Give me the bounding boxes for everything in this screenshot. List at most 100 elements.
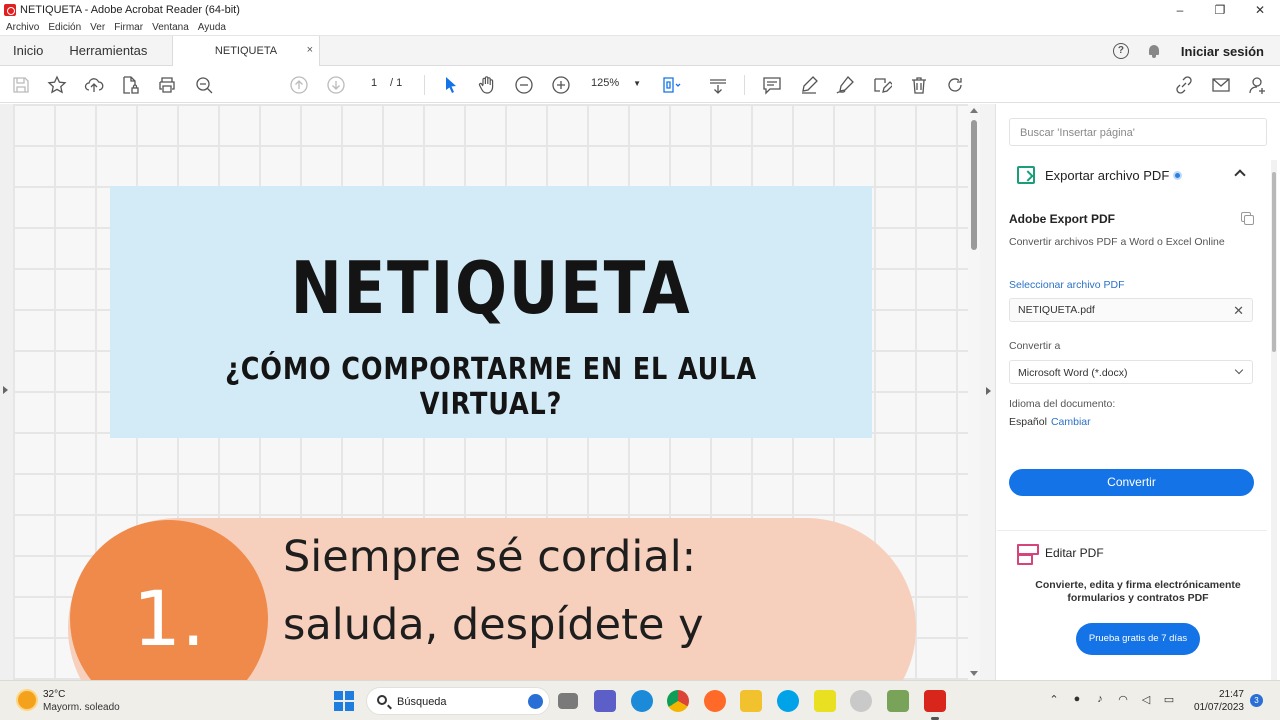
convert-button[interactable]: Convertir bbox=[1009, 469, 1254, 496]
zoom-dropdown[interactable]: 125% ▼ bbox=[591, 77, 641, 89]
menu-firmar[interactable]: Firmar bbox=[114, 22, 143, 33]
service-title: Adobe Export PDF bbox=[1009, 212, 1116, 226]
scroll-up-icon[interactable] bbox=[970, 108, 978, 113]
volume-icon[interactable]: ◁ bbox=[1137, 693, 1155, 709]
chevron-up-icon[interactable] bbox=[1234, 169, 1246, 181]
rule-number: 1. bbox=[132, 574, 206, 663]
tab-inicio[interactable]: Inicio bbox=[0, 36, 56, 66]
zoom-out-icon[interactable] bbox=[514, 75, 534, 95]
edit-pdf-title[interactable]: Editar PDF bbox=[1045, 546, 1104, 560]
help-icon[interactable]: ? bbox=[1112, 43, 1129, 59]
edge-icon[interactable] bbox=[631, 690, 653, 712]
tools-search-input[interactable]: Buscar 'Insertar página' bbox=[1009, 118, 1267, 146]
taskbar-search-label: Búsqueda bbox=[397, 696, 447, 708]
highlight-pen-icon[interactable] bbox=[799, 75, 819, 95]
zoom-in-icon[interactable] bbox=[551, 75, 571, 95]
skype-icon[interactable] bbox=[777, 690, 799, 712]
fill-sign-icon[interactable] bbox=[872, 75, 894, 95]
export-pdf-icon bbox=[1017, 166, 1035, 184]
select-file-link[interactable]: Seleccionar archivo PDF bbox=[1009, 279, 1125, 291]
weather-description[interactable]: Mayorm. soleado bbox=[43, 702, 120, 713]
wifi-icon[interactable]: ◠ bbox=[1114, 693, 1132, 709]
selected-file-field[interactable]: NETIQUETA.pdf ✕ bbox=[1009, 298, 1253, 322]
copy-icon[interactable] bbox=[1241, 212, 1254, 225]
page-total: / 1 bbox=[390, 77, 403, 89]
change-language-link[interactable]: Cambiar bbox=[1051, 416, 1091, 428]
menu-ayuda[interactable]: Ayuda bbox=[198, 22, 226, 33]
scroll-mode-icon[interactable] bbox=[708, 75, 728, 95]
fit-page-icon[interactable] bbox=[661, 75, 681, 95]
acrobat-taskbar-icon[interactable] bbox=[924, 690, 946, 720]
rule-text-line-1: Siempre sé cordial: bbox=[283, 532, 697, 582]
scrollbar-thumb[interactable] bbox=[971, 120, 977, 250]
bing-icon[interactable] bbox=[528, 694, 543, 709]
microphone-icon[interactable]: ♪ bbox=[1091, 693, 1109, 709]
todo-check-icon[interactable] bbox=[814, 690, 836, 712]
prev-page-icon[interactable] bbox=[289, 75, 309, 95]
save-icon[interactable] bbox=[11, 75, 31, 95]
tools-pane-scrollbar[interactable] bbox=[1271, 160, 1277, 680]
taskbar-search[interactable]: Búsqueda bbox=[366, 687, 550, 715]
document-scrollbar[interactable] bbox=[968, 104, 980, 680]
document-viewport[interactable]: NETIQUETA ¿CÓMO COMPORTARME EN EL AULA V… bbox=[13, 104, 968, 680]
delete-icon[interactable] bbox=[909, 75, 929, 95]
left-panel-toggle[interactable] bbox=[0, 104, 13, 680]
chevron-down-icon: ▼ bbox=[633, 79, 642, 88]
document-lock-icon[interactable] bbox=[120, 75, 140, 95]
tools-pane: Buscar 'Insertar página' Exportar archiv… bbox=[997, 104, 1280, 680]
next-page-icon[interactable] bbox=[326, 75, 346, 95]
free-trial-button[interactable]: Prueba gratis de 7 días bbox=[1076, 623, 1200, 655]
upload-cloud-icon[interactable] bbox=[84, 75, 104, 95]
comment-icon[interactable] bbox=[762, 75, 782, 95]
menu-edicion[interactable]: Edición bbox=[48, 22, 81, 33]
convert-to-label: Convertir a bbox=[1009, 340, 1061, 352]
right-panel-toggle[interactable] bbox=[980, 104, 996, 680]
document-title: NETIQUETA bbox=[290, 246, 692, 330]
select-arrow-icon[interactable] bbox=[441, 75, 461, 95]
obs-icon[interactable] bbox=[850, 690, 872, 712]
service-description: Convertir archivos PDF a Word o Excel On… bbox=[1009, 236, 1225, 248]
menu-archivo[interactable]: Archivo bbox=[6, 22, 39, 33]
weather-sun-icon[interactable] bbox=[18, 691, 36, 709]
window-controls: – ❐ ✕ bbox=[1160, 0, 1280, 20]
hand-icon[interactable] bbox=[477, 75, 497, 95]
tab-document[interactable]: NETIQUETA × bbox=[172, 36, 320, 66]
bookmark-star-icon[interactable] bbox=[47, 75, 67, 95]
signin-button[interactable]: Iniciar sesión bbox=[1181, 44, 1264, 59]
security-icon[interactable]: ● bbox=[1068, 693, 1086, 709]
clear-file-icon[interactable]: ✕ bbox=[1233, 303, 1244, 319]
firefox-icon[interactable] bbox=[704, 690, 726, 712]
restore-button[interactable]: ❐ bbox=[1200, 0, 1240, 20]
convert-format-select[interactable]: Microsoft Word (*.docx) bbox=[1009, 360, 1253, 384]
menu-ver[interactable]: Ver bbox=[90, 22, 105, 33]
bell-icon[interactable] bbox=[1147, 44, 1161, 58]
sign-pen-icon[interactable] bbox=[835, 75, 855, 95]
chrome-icon[interactable] bbox=[667, 690, 689, 712]
link-icon[interactable] bbox=[1174, 75, 1194, 95]
mail-icon[interactable] bbox=[1211, 75, 1231, 95]
scroll-down-icon[interactable] bbox=[970, 671, 978, 676]
minimize-button[interactable]: – bbox=[1160, 0, 1200, 20]
teams-chat-icon[interactable] bbox=[594, 690, 616, 712]
language-row: Español Cambiar bbox=[1009, 416, 1091, 428]
rotate-icon[interactable] bbox=[945, 75, 965, 95]
battery-icon[interactable]: ▭ bbox=[1160, 693, 1178, 709]
file-explorer-icon[interactable] bbox=[740, 690, 762, 712]
page-number-input[interactable]: 1 bbox=[361, 77, 387, 89]
print-icon[interactable] bbox=[157, 75, 177, 95]
start-windows-icon[interactable] bbox=[334, 691, 354, 711]
task-view-icon[interactable] bbox=[558, 693, 578, 709]
notification-badge[interactable]: 3 bbox=[1250, 694, 1263, 707]
weather-temperature[interactable]: 32°C bbox=[43, 689, 65, 700]
menu-ventana[interactable]: Ventana bbox=[152, 22, 189, 33]
close-tab-icon[interactable]: × bbox=[307, 44, 313, 56]
chevron-up-icon[interactable]: ⌃ bbox=[1045, 693, 1063, 709]
close-window-button[interactable]: ✕ bbox=[1240, 0, 1280, 20]
toolbar: 1 / 1 125% ▼ bbox=[0, 67, 1280, 103]
export-pdf-title[interactable]: Exportar archivo PDF bbox=[1045, 168, 1169, 183]
share-user-icon[interactable] bbox=[1248, 75, 1268, 95]
app-icon[interactable] bbox=[887, 690, 909, 712]
tab-herramientas[interactable]: Herramientas bbox=[56, 36, 160, 66]
clock[interactable]: 21:47 01/07/2023 bbox=[1192, 688, 1244, 714]
zoom-search-icon[interactable] bbox=[194, 75, 214, 95]
